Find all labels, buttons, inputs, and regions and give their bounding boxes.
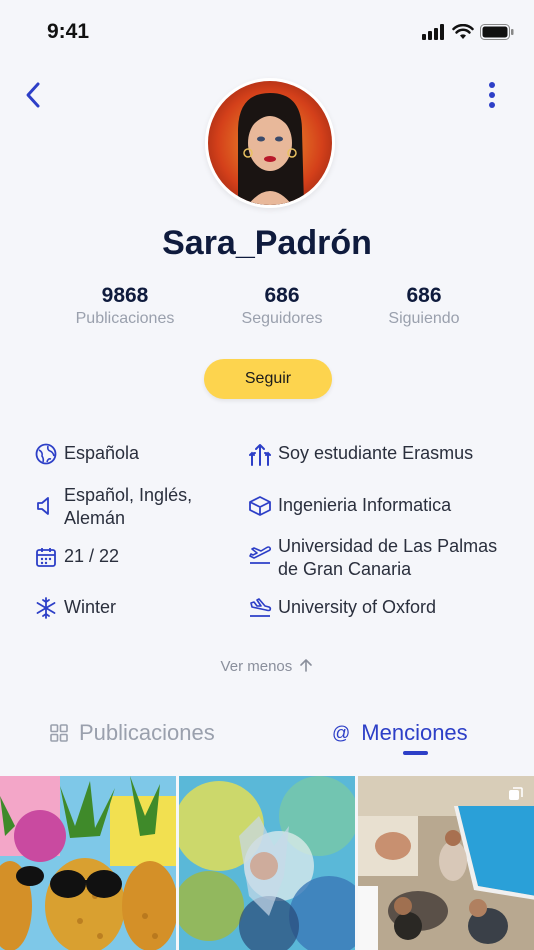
info-text: Winter xyxy=(64,597,117,617)
info-origin-university: Universidad de Las Palmas de Gran Canari… xyxy=(248,535,508,581)
info-destination-university: University of Oxford xyxy=(248,596,436,620)
follow-button[interactable]: Seguir xyxy=(204,359,332,399)
more-options-icon[interactable] xyxy=(486,80,498,110)
battery-icon xyxy=(480,24,514,40)
profile-tabs: Publicaciones @ Menciones xyxy=(0,716,534,756)
info-text: Español, Inglés, Alemán xyxy=(64,485,193,528)
info-text: Ingenieria Informatica xyxy=(278,495,452,515)
see-less-label: Ver menos xyxy=(220,658,293,675)
signal-icon xyxy=(422,24,444,40)
active-tab-indicator xyxy=(403,751,428,755)
tab-label: Menciones xyxy=(361,720,468,745)
arrow-up-icon xyxy=(300,659,313,672)
grid-photo[interactable] xyxy=(0,776,176,950)
avatar xyxy=(205,78,335,208)
tab-publications[interactable]: Publicaciones xyxy=(50,720,215,746)
status-bar: 9:41 xyxy=(0,0,534,64)
username: Sara_Padrón xyxy=(162,224,372,262)
info-text: Española xyxy=(64,443,140,463)
at-sign-icon: @ xyxy=(332,722,351,743)
tab-label: Publicaciones xyxy=(79,720,215,745)
stat-label: Seguidores xyxy=(241,310,323,327)
back-arrow-icon[interactable] xyxy=(22,80,44,110)
info-degree: Ingenieria Informatica xyxy=(248,494,451,518)
info-course: 21 / 22 xyxy=(34,545,119,569)
info-text: University of Oxford xyxy=(278,597,437,617)
info-nationality: Española xyxy=(34,442,139,466)
info-text: 21 / 22 xyxy=(64,546,120,566)
calendar-icon xyxy=(34,545,58,569)
grid-icon xyxy=(50,724,68,742)
info-text: Soy estudiante Erasmus xyxy=(278,443,474,463)
info-text: Universidad de Las Palmas de Gran Canari… xyxy=(278,536,498,579)
snowflake-icon xyxy=(34,596,58,620)
tab-mentions[interactable]: @ Menciones xyxy=(332,720,468,746)
photo-grid xyxy=(0,776,534,950)
stat-value: 686 xyxy=(264,284,300,307)
arrows-split-icon xyxy=(248,442,272,466)
grid-photo[interactable] xyxy=(179,776,355,950)
status-time: 9:41 xyxy=(47,20,90,43)
plane-landing-icon xyxy=(248,596,272,620)
stat-label: Siguiendo xyxy=(388,310,460,327)
stat-value: 9868 xyxy=(101,284,149,307)
speaker-icon xyxy=(34,494,58,518)
grid-photo[interactable] xyxy=(358,776,534,950)
status-icons xyxy=(422,24,514,40)
wifi-icon xyxy=(452,24,474,39)
info-season: Winter xyxy=(34,596,116,620)
info-languages: Español, Inglés, Alemán xyxy=(34,484,224,530)
stat-label: Publicaciones xyxy=(75,310,175,327)
info-erasmus: Soy estudiante Erasmus xyxy=(248,442,473,466)
see-less-link[interactable]: Ver menos xyxy=(0,658,534,675)
stat-following[interactable]: 686 Siguiendo xyxy=(344,284,504,328)
stat-publications[interactable]: 9868 Publicaciones xyxy=(45,284,205,328)
plane-takeoff-icon xyxy=(248,543,272,567)
stat-value: 686 xyxy=(406,284,442,307)
stat-followers[interactable]: 686 Seguidores xyxy=(202,284,362,328)
multiple-photos-icon xyxy=(509,787,523,800)
globe-icon xyxy=(34,442,58,466)
cube-icon xyxy=(248,494,272,518)
